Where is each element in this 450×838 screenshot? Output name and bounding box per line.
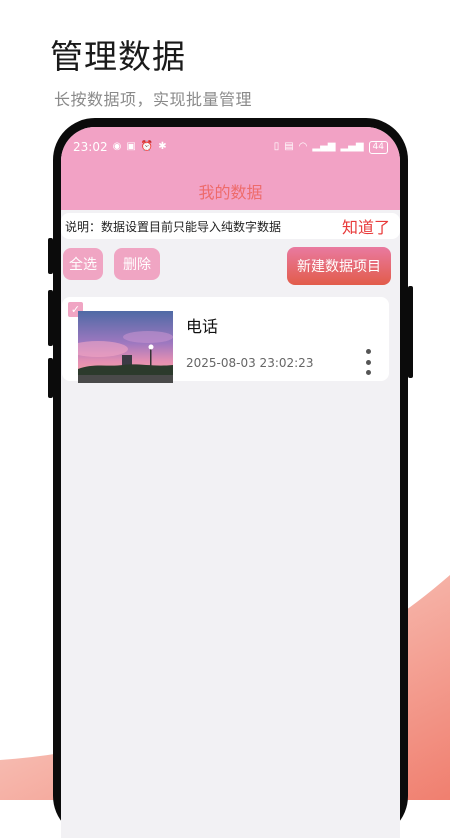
phone-frame: 23:02 ◉ ▣ ⏰ ✱ ▯ ▤ ◠ ▂▄▆ ▂▄▆ 44 我的数据 说明：数… [53, 118, 408, 838]
promo-title: 管理数据 [50, 37, 186, 76]
signal-icon-1: ▂▄▆ [312, 141, 336, 152]
phone-side-button-right [408, 286, 413, 378]
delete-button[interactable]: 删除 [114, 248, 160, 280]
notice-bar: 说明：数据设置目前只能导入纯数字数据 知道了 [61, 213, 400, 239]
dismiss-notice-button[interactable]: 知道了 [342, 214, 390, 238]
item-thumbnail [78, 311, 173, 383]
new-item-button[interactable]: 新建数据项目 [287, 247, 391, 285]
hd-volte-icon: ▤ [284, 141, 294, 152]
promo-subtitle: 长按数据项，实现批量管理 [54, 90, 253, 109]
status-bar: 23:02 ◉ ▣ ⏰ ✱ ▯ ▤ ◠ ▂▄▆ ▂▄▆ 44 [73, 139, 388, 155]
select-all-button[interactable]: 全选 [63, 248, 103, 280]
bluetooth-icon: ✱ [158, 141, 167, 152]
signal-icon-2: ▂▄▆ [340, 141, 364, 152]
item-timestamp: 2025-08-03 23:02:23 [186, 356, 314, 370]
more-options-icon[interactable] [364, 349, 372, 375]
phone-screen: 23:02 ◉ ▣ ⏰ ✱ ▯ ▤ ◠ ▂▄▆ ▂▄▆ 44 我的数据 说明：数… [61, 127, 400, 838]
wifi-icon: ◠ [298, 141, 308, 152]
status-time: 23:02 [73, 140, 108, 154]
vibrate-icon: ▯ [273, 141, 280, 152]
nfc-icon: ▣ [126, 141, 136, 152]
app-header: 23:02 ◉ ▣ ⏰ ✱ ▯ ▤ ◠ ▂▄▆ ▂▄▆ 44 我的数据 [61, 127, 400, 210]
list-item[interactable]: ✓ 电话 2025-08-03 23:02:23 [62, 297, 389, 383]
notice-text: 说明：数据设置目前只能导入纯数字数据 [65, 219, 282, 234]
battery-icon: 44 [368, 140, 388, 154]
eye-icon: ◉ [112, 141, 122, 152]
alarm-icon: ⏰ [140, 141, 154, 152]
app-title: 我的数据 [198, 183, 263, 202]
item-title: 电话 [186, 317, 219, 336]
